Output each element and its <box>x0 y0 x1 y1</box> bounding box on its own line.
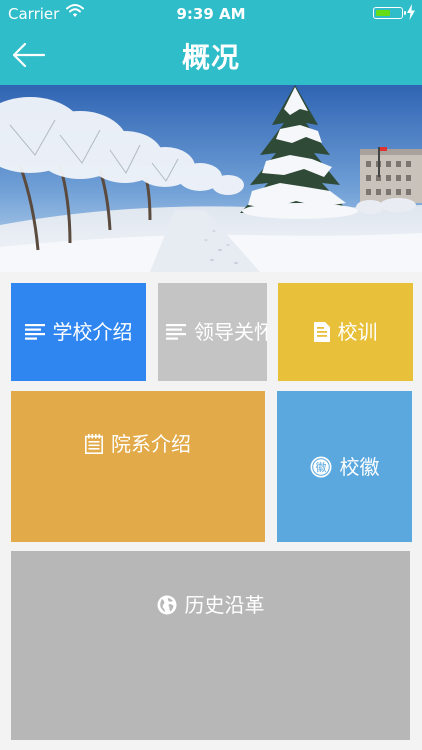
school-intro-label-row: 学校介绍 <box>11 322 146 342</box>
departments-intro-label-row: 院系介绍 <box>11 434 265 454</box>
school-motto-tile[interactable]: 校训 <box>278 283 413 381</box>
departments-intro-label: 院系介绍 <box>111 432 191 456</box>
list-lines-icon <box>166 324 186 340</box>
globe-icon <box>157 595 176 615</box>
school-motto-label: 校训 <box>337 320 378 344</box>
navigation-bar: Carrier 9:39 AM 概况 <box>0 0 422 85</box>
notepad-icon <box>85 434 103 454</box>
school-motto-label-row: 校训 <box>278 322 413 342</box>
history-label: 历史沿革 <box>184 593 265 617</box>
leadership-care-label: 领导关怀 <box>194 320 267 344</box>
hero-illustration <box>0 85 422 272</box>
badge-icon: 徽 <box>310 456 331 477</box>
app-screen: Carrier 9:39 AM 概况 学校介绍 领导关怀 校训 院系介绍 徽 校… <box>0 0 422 750</box>
status-time: 9:39 AM <box>176 5 246 23</box>
history-label-row: 历史沿革 <box>11 595 410 615</box>
leadership-care-tile[interactable]: 领导关怀 <box>158 283 267 381</box>
charging-bolt-icon <box>407 4 415 20</box>
school-emblem-label-row: 徽 校徽 <box>277 456 412 478</box>
document-icon <box>313 322 330 342</box>
departments-intro-tile[interactable]: 院系介绍 <box>11 391 265 542</box>
leadership-care-label-row: 领导关怀 <box>158 322 267 342</box>
school-emblem-label: 校徽 <box>339 454 380 479</box>
battery-level <box>376 10 390 16</box>
history-tile[interactable]: 历史沿革 <box>11 551 410 740</box>
snowy-campus-photo <box>0 85 422 272</box>
list-lines-icon <box>24 324 45 340</box>
school-emblem-tile[interactable]: 徽 校徽 <box>277 391 412 542</box>
school-intro-label: 学校介绍 <box>52 320 133 344</box>
page-title: 概况 <box>181 41 240 74</box>
school-intro-tile[interactable]: 学校介绍 <box>11 283 146 381</box>
status-bar: Carrier 9:39 AM <box>0 0 422 28</box>
battery-icon <box>373 7 406 19</box>
badge-icon-text: 徽 <box>315 460 326 474</box>
